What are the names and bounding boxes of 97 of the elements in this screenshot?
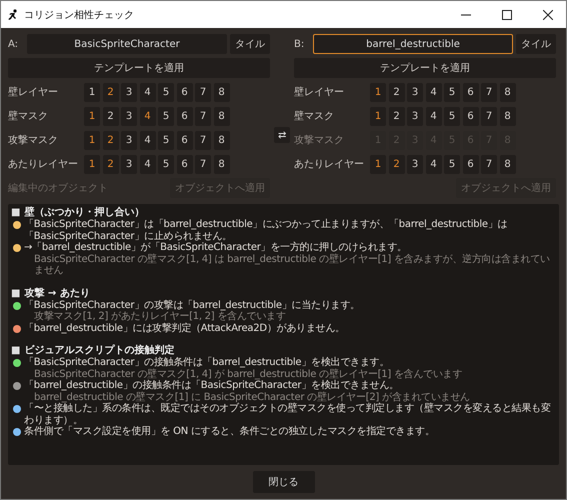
layer-toggle[interactable]: 6 [462, 154, 478, 174]
window-title: コリジョン相性チェック [24, 8, 135, 22]
layer-toggle[interactable]: 8 [214, 82, 230, 102]
layer-toggle[interactable]: 6 [176, 106, 192, 126]
layer-toggle[interactable]: 1 [370, 82, 386, 102]
layer-toggle[interactable]: 1 [370, 154, 386, 174]
layer-toggle[interactable]: 5 [158, 106, 174, 126]
layer-label: 壁レイヤー [8, 86, 59, 99]
section-heading: ビジュアルスクリプトの接触判定 [24, 345, 174, 356]
layer-toggle[interactable]: 4 [140, 82, 156, 102]
layer-toggle[interactable]: 4 [426, 106, 442, 126]
object-label: B: [294, 38, 306, 50]
layer-toggle[interactable]: 7 [195, 154, 211, 174]
tile-button[interactable]: タイル [230, 34, 270, 54]
apply-template-button[interactable]: テンプレートを適用 [294, 58, 556, 78]
layer-toggle[interactable]: 8 [214, 106, 230, 126]
layer-toggle[interactable]: 1 [84, 130, 100, 150]
layer-toggle[interactable]: 1 [370, 106, 386, 126]
layer-toggle[interactable]: 3 [121, 154, 137, 174]
section-heading: 壁（ぶつかり・押し合い） [24, 207, 144, 218]
layer-label: 壁レイヤー [294, 86, 345, 99]
result-message: 「BasicSpriteCharacter」の接触条件は「barrel_destructible」を検出できます。 [24, 357, 390, 368]
layer-toggle[interactable]: 1 [84, 106, 100, 126]
layer-toggle[interactable]: 8 [500, 82, 516, 102]
apply-template-button[interactable]: テンプレートを適用 [8, 58, 270, 78]
layer-label: あたりレイヤー [8, 158, 79, 171]
layer-toggle[interactable]: 2 [388, 82, 404, 102]
layer-toggle[interactable]: 8 [500, 154, 516, 174]
maximize-icon[interactable] [502, 10, 512, 20]
layer-toggle[interactable]: 7 [481, 154, 497, 174]
layer-label: 壁マスク [294, 110, 335, 123]
object-field[interactable]: BasicSpriteCharacter [27, 34, 227, 54]
layer-toggle[interactable]: 3 [407, 154, 423, 174]
result-detail: barrel_destructible の壁マスク[1] に BasicSpriteCharacter の壁レイヤー[2] が含まれていません [33, 392, 470, 402]
layer-toggle[interactable]: 4 [426, 82, 442, 102]
result-message: 「〜と接触した」系の条件は、既定ではそのオブジェクトの壁マスクを使って判定します（壁マスクを変えると結果も変わります）。 [24, 403, 552, 426]
layer-label: 攻撃マスク [8, 134, 59, 147]
section-marker: ■ [11, 345, 20, 357]
layer-toggle[interactable]: 4 [140, 154, 156, 174]
running-figure-icon [7, 8, 19, 20]
layer-toggle[interactable]: 6 [176, 82, 192, 102]
layer-toggle[interactable]: 5 [444, 154, 460, 174]
layer-toggle[interactable]: 7 [481, 106, 497, 126]
layer-toggle[interactable]: 6 [462, 82, 478, 102]
result-message: 「BasicSpriteCharacter」の攻撃は「barrel_destructible」に当たります。 [24, 300, 360, 310]
layer-toggle[interactable]: 2 [388, 154, 404, 174]
layer-toggle[interactable]: 7 [195, 82, 211, 102]
section-heading: 攻撃 → あたり [24, 288, 90, 300]
layer-toggle[interactable]: 1 [84, 154, 100, 174]
layer-toggle[interactable]: 4 [140, 106, 156, 126]
layer-toggle[interactable]: 8 [214, 154, 230, 174]
result-message: 「BasicSpriteCharacter」は「barrel_destructible」にぶつかって止まりますが、「barrel_destructible」は「BasicSpriteCharacter」に止められません。 [24, 219, 508, 242]
layer-toggle[interactable]: 5 [444, 106, 460, 126]
layer-toggle[interactable]: 8 [214, 130, 230, 150]
close-button[interactable]: 閉じる [252, 471, 314, 493]
result-detail: BasicSpriteCharacter の壁マスク[1, 4] は barrel_destructible の壁レイヤー[1] を含みますが、逆方向は含まれていません [33, 254, 551, 276]
layer-toggle[interactable]: 1 [84, 82, 100, 102]
layer-toggle[interactable]: 2 [102, 82, 118, 102]
layer-toggle[interactable]: 6 [462, 106, 478, 126]
layer-toggle[interactable]: 3 [407, 82, 423, 102]
layer-toggle[interactable]: 2 [102, 154, 118, 174]
result-detail: 攻撃マスク[1, 2] があたりレイヤー[1, 2] を含んでいます [33, 311, 287, 322]
layer-toggle[interactable]: 3 [121, 130, 137, 150]
result-message: →「barrel_destructible」が「BasicSpriteCharacter」を一方的に押しのけられます。 [24, 242, 408, 254]
editing-object-label: 編集中のオブジェクト [8, 182, 108, 195]
layer-toggle[interactable]: 7 [195, 106, 211, 126]
layer-toggle[interactable]: 3 [121, 106, 137, 126]
section-marker: ■ [11, 288, 20, 300]
swap-button[interactable]: ⇄ [274, 127, 290, 143]
layer-toggle[interactable]: 8 [500, 106, 516, 126]
result-message: 条件側で「マスク設定を使用」を ON にすると、条件ごとの独立したマスクを指定できます。 [24, 426, 435, 438]
layer-toggle[interactable]: 7 [195, 130, 211, 150]
object-label: A: [8, 38, 20, 50]
layer-toggle[interactable]: 2 [102, 130, 118, 150]
layer-label: 攻撃マスク [294, 134, 345, 147]
layer-toggle[interactable]: 5 [158, 154, 174, 174]
result-message: 「barrel_destructible」の接触条件は「BasicSpriteCharacter」を検出できません。 [24, 380, 400, 392]
layer-toggle[interactable]: 4 [140, 130, 156, 150]
layer-toggle[interactable]: 5 [158, 130, 174, 150]
layer-label: 壁マスク [8, 110, 49, 123]
layer-toggle[interactable]: 3 [407, 106, 423, 126]
object-field[interactable]: barrel_destructible [313, 34, 513, 54]
layer-toggle[interactable]: 6 [176, 154, 192, 174]
layer-label: あたりレイヤー [294, 158, 365, 171]
layer-toggle[interactable]: 2 [388, 106, 404, 126]
layer-toggle[interactable]: 6 [176, 130, 192, 150]
result-detail: BasicSpriteCharacter の壁マスク[1, 4] が barrel_destructible の壁レイヤー[1] を含んでいます [33, 368, 462, 380]
layer-toggle[interactable]: 3 [121, 82, 137, 102]
layer-toggle[interactable]: 2 [102, 106, 118, 126]
tile-button[interactable]: タイル [516, 34, 556, 54]
close-icon[interactable] [543, 10, 553, 20]
layer-toggle[interactable]: 4 [426, 154, 442, 174]
section-marker: ■ [11, 207, 20, 219]
layer-toggle[interactable]: 5 [444, 82, 460, 102]
layer-toggle[interactable]: 7 [481, 82, 497, 102]
layer-toggle[interactable]: 5 [158, 82, 174, 102]
result-message: 「barrel_destructible」には攻撃判定（AttackArea2D）がありません。 [24, 322, 345, 334]
